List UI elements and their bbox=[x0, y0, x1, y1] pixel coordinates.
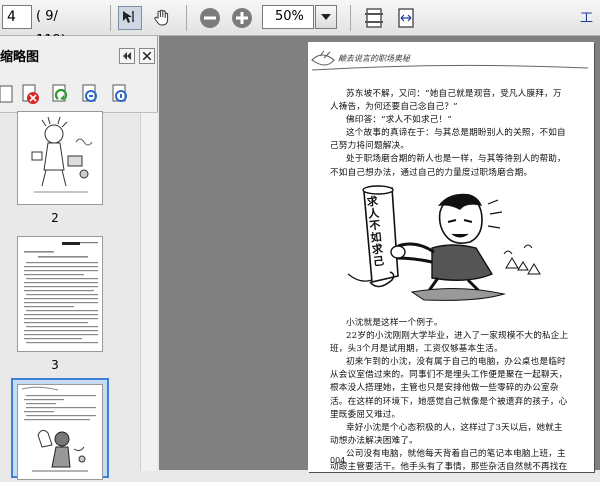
select-cursor-icon bbox=[123, 11, 134, 23]
text-line: 初来乍到的小沈，没有属于自己的电脑，办公桌也是临时 bbox=[346, 357, 566, 368]
rotate-page-icon bbox=[52, 84, 68, 102]
page-number-input[interactable]: 4 bbox=[2, 5, 32, 29]
text-line: 人祷告，为何还要自己念自己？” bbox=[330, 102, 458, 113]
page-thumbnail[interactable] bbox=[17, 111, 103, 205]
page-icon bbox=[0, 85, 13, 103]
thumbnail-sidebar: 缩略图 2 3 bbox=[0, 36, 158, 480]
cartoon-illustration bbox=[31, 116, 93, 193]
toolbar-separator bbox=[110, 5, 111, 31]
text-line: 根本没人搭理她，主管也只是安排他做一些零碎的办公室杂 bbox=[330, 383, 559, 394]
fit-width-button[interactable] bbox=[394, 6, 418, 30]
body-text-block: 小沈就是这样一个例子。 22岁的小沈刚刚大学毕业，进入了一家规模不大的私企上 班… bbox=[330, 317, 574, 474]
cartoon-illustration bbox=[347, 185, 541, 301]
rotate-page-button[interactable] bbox=[49, 83, 71, 105]
text-line: 活。在这样的环境下，她感觉自己就像是个被遗弃的孩子，心 bbox=[330, 396, 568, 407]
body-text-block: 苏东坡不解，又问：“她自己就是观音，受凡人膜拜，万 人祷告，为何还要自己念自己？… bbox=[330, 88, 574, 180]
reduce-thumbnail-button[interactable] bbox=[109, 83, 131, 105]
zoom-in-icon bbox=[232, 8, 252, 28]
delete-page-button[interactable] bbox=[19, 83, 41, 105]
text-line: 动跟主管要活干。他手头有了事情，那些杂活自然就不再找在 bbox=[330, 462, 568, 473]
thumbnail-scrollbar[interactable] bbox=[140, 113, 157, 471]
text-line: 苏东坡不解，又问：“她自己就是观音，受凡人膜拜，万 bbox=[346, 89, 562, 99]
reduce-thumbnail-icon bbox=[112, 84, 127, 102]
text-line: 幸好小沈是个心态积极的人，这样过了3天以后，她就主 bbox=[346, 422, 563, 433]
toolbar-separator bbox=[186, 5, 187, 31]
tools-menu-label[interactable]: 工 bbox=[580, 7, 593, 26]
text-line: 里既委屈又难过。 bbox=[330, 409, 401, 420]
double-chevron-left-icon bbox=[123, 52, 131, 60]
enlarge-thumbnail-button[interactable] bbox=[79, 83, 101, 105]
text-line: 动想办法解决困难了。 bbox=[330, 435, 418, 446]
selected-thumbnail-frame[interactable] bbox=[11, 378, 109, 480]
chevron-down-icon bbox=[321, 14, 331, 20]
fit-page-button[interactable] bbox=[362, 6, 386, 30]
text-line: 公司没有电脑，就他每天背着自己的笔记本电脑上班，主 bbox=[346, 448, 566, 459]
text-line: 班，头3个月是试用期，工资仅够基本生活。 bbox=[330, 344, 503, 355]
close-sidebar-button[interactable] bbox=[139, 48, 155, 64]
delete-page-icon bbox=[22, 84, 39, 104]
enlarge-thumbnail-icon bbox=[82, 84, 97, 102]
sidebar-title: 缩略图 bbox=[0, 50, 40, 65]
zoom-out-button[interactable] bbox=[198, 6, 222, 30]
fit-page-icon bbox=[365, 8, 383, 28]
zoom-in-button[interactable] bbox=[230, 6, 254, 30]
pdf-page: 颠去说言的职场奥秘 苏东坡不解，又问：“她自己就是观音，受凡人膜拜，万 人祷告，… bbox=[308, 42, 594, 472]
text-line: 己努力将问题解决。 bbox=[330, 141, 410, 152]
text-line: 处于职场磨合期的新人也是一样，与其等待别人的帮助， bbox=[346, 154, 566, 165]
text-line: 佛印答：“求人不如求己！” bbox=[346, 115, 452, 126]
text-line: 不如自己想办法，通过自己的力量度过职场磨合期。 bbox=[330, 167, 533, 178]
thumbnail-panel: 2 3 bbox=[0, 111, 158, 480]
page-count-label: ( 9/ 119) bbox=[36, 9, 66, 48]
fit-width-icon bbox=[398, 8, 414, 28]
page-number: 004 bbox=[330, 456, 346, 465]
collapse-sidebar-button[interactable] bbox=[119, 48, 135, 64]
text-line: 小沈就是这样一个例子。 bbox=[346, 318, 443, 328]
document-viewer[interactable]: 颠去说言的职场奥秘 苏东坡不解，又问：“她自己就是观音，受凡人膜拜，万 人祷告，… bbox=[159, 36, 600, 472]
sidebar-header: 缩略图 bbox=[0, 36, 158, 72]
sidebar-tools bbox=[0, 82, 158, 108]
page-text-preview bbox=[24, 242, 98, 344]
zoom-level-input[interactable]: 50% bbox=[262, 5, 314, 29]
page-thumbnail[interactable] bbox=[17, 384, 103, 480]
running-head: 颠去说言的职场奥秘 bbox=[338, 54, 410, 63]
hand-tool-button[interactable] bbox=[150, 6, 174, 30]
page-thumbnail[interactable] bbox=[17, 236, 103, 352]
text-line: 从会议室借过来的。同事们不是埋头工作便是聚在一起聊天， bbox=[330, 370, 568, 381]
text-line: 22岁的小沈刚刚大学毕业，进入了一家规模不大的私企上 bbox=[346, 331, 569, 342]
hand-icon bbox=[154, 9, 169, 26]
close-icon bbox=[143, 52, 151, 60]
text-line: 这个故事的真谛在于：与其总是期盼别人的关照，不如自 bbox=[346, 128, 566, 139]
zoom-dropdown-button[interactable] bbox=[315, 5, 337, 29]
page-text-preview bbox=[21, 386, 96, 472]
thumbnail-label: 2 bbox=[51, 211, 59, 225]
zoom-out-icon bbox=[200, 8, 220, 28]
thumb-options-button[interactable] bbox=[0, 83, 18, 105]
select-tool-button[interactable] bbox=[118, 6, 142, 30]
toolbar-separator bbox=[350, 5, 351, 31]
thumbnail-label: 3 bbox=[51, 358, 59, 372]
main-toolbar: 4 ( 9/ 119) 50% bbox=[0, 0, 600, 48]
